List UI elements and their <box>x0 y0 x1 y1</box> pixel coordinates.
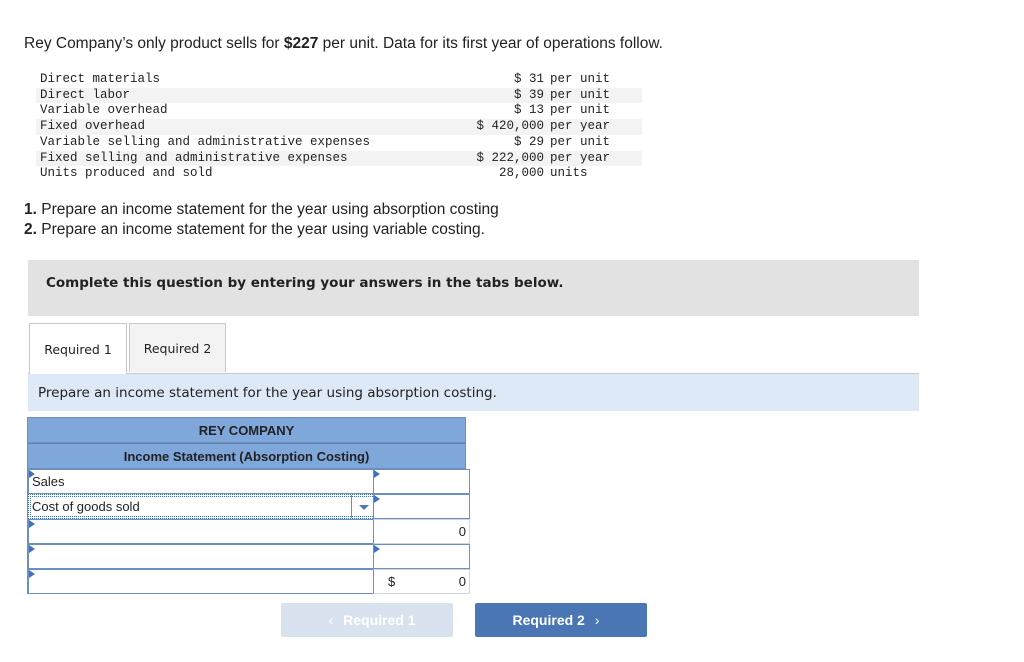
input-marker-icon <box>29 545 35 553</box>
tab-required-2[interactable]: Required 2 <box>129 323 226 372</box>
data-amount: $ 29 <box>513 134 544 149</box>
amount-value: 0 <box>458 574 466 589</box>
data-amount: $ 420,000 <box>400 119 546 135</box>
requirement-item: 2. Prepare an income statement for the y… <box>24 220 499 240</box>
input-marker-icon <box>374 495 380 503</box>
line-item-select[interactable] <box>28 544 377 569</box>
requirement-number: 1. <box>24 201 37 218</box>
data-amount: $ 222,000 <box>400 150 546 167</box>
previous-button[interactable]: ‹ Required 1 <box>281 603 453 637</box>
statement-row <box>27 544 470 569</box>
data-label: Fixed overhead <box>36 119 400 135</box>
data-unit: per unit <box>550 134 611 149</box>
requirement-number: 2. <box>24 220 37 238</box>
input-marker-icon <box>29 520 35 528</box>
problem-intro: Rey Company’s only product sells for $22… <box>24 35 663 53</box>
data-unit: per unit <box>546 87 642 104</box>
computed-amount: $ 0 <box>373 569 470 594</box>
data-row: Units produced and sold 28,000 units <box>36 166 642 182</box>
line-item-label: Cost of goods sold <box>32 499 140 514</box>
data-label: Units produced and sold <box>40 166 213 181</box>
banner-text: Complete this question by entering your … <box>46 275 564 291</box>
computed-amount: 0 <box>373 519 470 544</box>
data-row: Variable overhead $ 13 per unit <box>36 103 642 119</box>
data-label: Variable overhead <box>40 103 168 118</box>
tab-bar: Required 1 Required 2 <box>28 323 919 374</box>
input-marker-icon <box>374 470 380 478</box>
data-label: Direct labor <box>36 87 400 104</box>
currency-symbol: $ <box>388 574 396 589</box>
next-button-label: Required 2 <box>512 612 585 628</box>
statement-row: Cost of goods sold <box>27 494 470 519</box>
data-row: Fixed overhead $ 420,000 per year <box>36 119 642 135</box>
data-row: Direct labor $ 39 per unit <box>36 87 642 104</box>
chevron-right-icon: › <box>594 612 600 628</box>
tab-instruction-text: Prepare an income statement for the year… <box>38 385 497 401</box>
chevron-left-icon: ‹ <box>328 612 334 628</box>
line-item-select[interactable] <box>28 569 377 594</box>
requirement-text: Prepare an income statement for the year… <box>36 220 485 238</box>
line-item-label: Sales <box>32 474 65 489</box>
amount-value: 0 <box>458 524 466 539</box>
data-unit: per year <box>546 119 642 135</box>
requirements-list: 1. Prepare an income statement for the y… <box>24 200 499 239</box>
previous-button-label: Required 1 <box>343 612 416 628</box>
intro-text-after: per unit. Data for its first year of ope… <box>318 35 663 52</box>
data-unit: per year <box>546 150 642 167</box>
data-amount: $ 39 <box>400 87 546 104</box>
amount-input[interactable] <box>373 544 470 569</box>
data-label: Fixed selling and administrative expense… <box>36 150 400 167</box>
data-amount: $ 31 <box>513 72 544 86</box>
input-marker-icon <box>29 570 35 578</box>
intro-price: $227 <box>283 35 319 52</box>
line-item-select[interactable]: Cost of goods sold <box>28 494 377 519</box>
input-marker-icon <box>374 545 380 553</box>
cost-data-table: Direct materials $ 31 per unit Direct labo… <box>36 72 642 182</box>
line-item-select[interactable]: Sales <box>28 469 377 494</box>
data-label: Direct materials <box>40 72 161 86</box>
tab-required-1[interactable]: Required 1 <box>29 323 127 374</box>
statement-row: Sales <box>27 469 470 494</box>
statement-row: 0 <box>27 519 470 544</box>
statement-title: Income Statement (Absorption Costing) <box>27 443 466 469</box>
line-item-select[interactable] <box>28 519 377 544</box>
data-unit: units <box>550 166 588 181</box>
data-amount: 28,000 <box>498 166 544 181</box>
input-marker-icon <box>29 470 35 478</box>
data-amount: $ 13 <box>513 103 544 118</box>
data-unit: per unit <box>550 72 611 86</box>
requirement-text: Prepare an income statement for the year… <box>36 201 499 218</box>
data-label: Variable selling and administrative expe… <box>40 134 371 149</box>
data-row: Variable selling and administrative expe… <box>36 135 642 151</box>
income-statement: REY COMPANY Income Statement (Absorption… <box>27 417 470 594</box>
statement-row: $ 0 <box>27 569 470 594</box>
statement-company: REY COMPANY <box>27 417 466 443</box>
intro-text-before: Rey Company’s only product sells for <box>24 35 284 52</box>
amount-input[interactable] <box>373 469 470 494</box>
data-unit: per unit <box>550 103 611 118</box>
next-button[interactable]: Required 2 › <box>475 603 647 637</box>
requirement-item: 1. Prepare an income statement for the y… <box>24 200 499 220</box>
tab-instruction: Prepare an income statement for the year… <box>28 374 919 411</box>
instructions-banner: Complete this question by entering your … <box>28 260 919 316</box>
amount-input[interactable] <box>373 494 470 519</box>
data-row: Fixed selling and administrative expense… <box>36 150 642 167</box>
data-row: Direct materials $ 31 per unit <box>36 72 642 88</box>
